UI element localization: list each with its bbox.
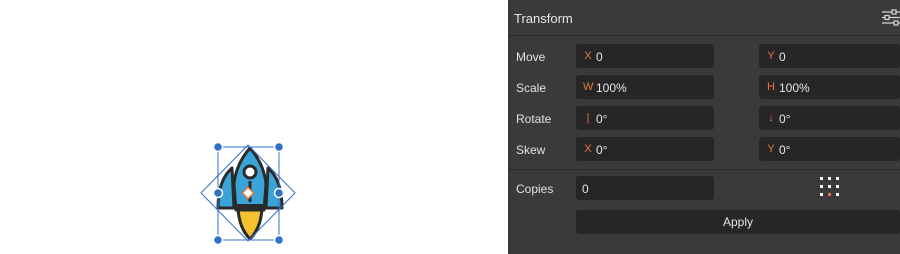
handle-bottom-left bbox=[212, 234, 224, 246]
grid-origin-button[interactable] bbox=[818, 176, 842, 200]
scale-width-value: 100% bbox=[596, 81, 627, 95]
copies-label: Copies bbox=[516, 182, 554, 196]
canvas-svg bbox=[200, 141, 296, 246]
skew-y-field[interactable]: Y 0° bbox=[759, 137, 900, 161]
scale-height-value: 100% bbox=[779, 81, 810, 95]
skew-label: Skew bbox=[516, 143, 546, 157]
rotate-value: 0° bbox=[596, 112, 608, 126]
skew-x-value: 0° bbox=[596, 143, 608, 157]
panel-title: Transform bbox=[514, 11, 573, 26]
move-x-tag: X bbox=[584, 50, 592, 62]
transform-panel: Transform Move X 0 Y 0 Scale W 100% H 10… bbox=[508, 0, 900, 254]
sliders-icon bbox=[882, 9, 900, 26]
panel-header: Transform bbox=[508, 0, 900, 36]
handle-middle-left bbox=[212, 187, 224, 199]
move-label: Move bbox=[516, 50, 546, 64]
skew-y-tag: Y bbox=[767, 143, 775, 155]
handle-top-right bbox=[273, 141, 285, 153]
skew-x-tag: X bbox=[584, 143, 592, 155]
move-y-value: 0 bbox=[779, 50, 786, 64]
apply-button[interactable]: Apply bbox=[576, 210, 900, 234]
rotate-label: Rotate bbox=[516, 112, 552, 126]
scale-width-tag: W bbox=[583, 81, 594, 93]
settings-button[interactable] bbox=[881, 8, 900, 27]
rotate-flip-tag: ↓ bbox=[768, 112, 774, 124]
divider bbox=[508, 169, 900, 170]
copies-value: 0 bbox=[582, 182, 589, 196]
handle-middle-right bbox=[273, 187, 285, 199]
scale-label: Scale bbox=[516, 81, 547, 95]
canvas[interactable] bbox=[0, 0, 508, 254]
move-x-field[interactable]: X 0 bbox=[576, 44, 714, 68]
skew-x-field[interactable]: X 0° bbox=[576, 137, 714, 161]
move-x-value: 0 bbox=[596, 50, 603, 64]
scale-width-field[interactable]: W 100% bbox=[576, 75, 714, 99]
rotate-flip-value: 0° bbox=[779, 112, 791, 126]
rotate-tag: | bbox=[586, 112, 590, 124]
grid-dots-icon bbox=[820, 177, 839, 196]
rotate-field[interactable]: | 0° bbox=[576, 106, 714, 130]
rotate-flip-field[interactable]: ↓ 0° bbox=[759, 106, 900, 130]
move-y-field[interactable]: Y 0 bbox=[759, 44, 900, 68]
move-y-tag: Y bbox=[767, 50, 775, 62]
copies-field[interactable]: 0 bbox=[576, 176, 714, 200]
scale-height-field[interactable]: H 100% bbox=[759, 75, 900, 99]
skew-y-value: 0° bbox=[779, 143, 791, 157]
handle-bottom-right bbox=[273, 234, 285, 246]
scale-height-tag: H bbox=[767, 81, 775, 93]
handle-top-left bbox=[212, 141, 224, 153]
